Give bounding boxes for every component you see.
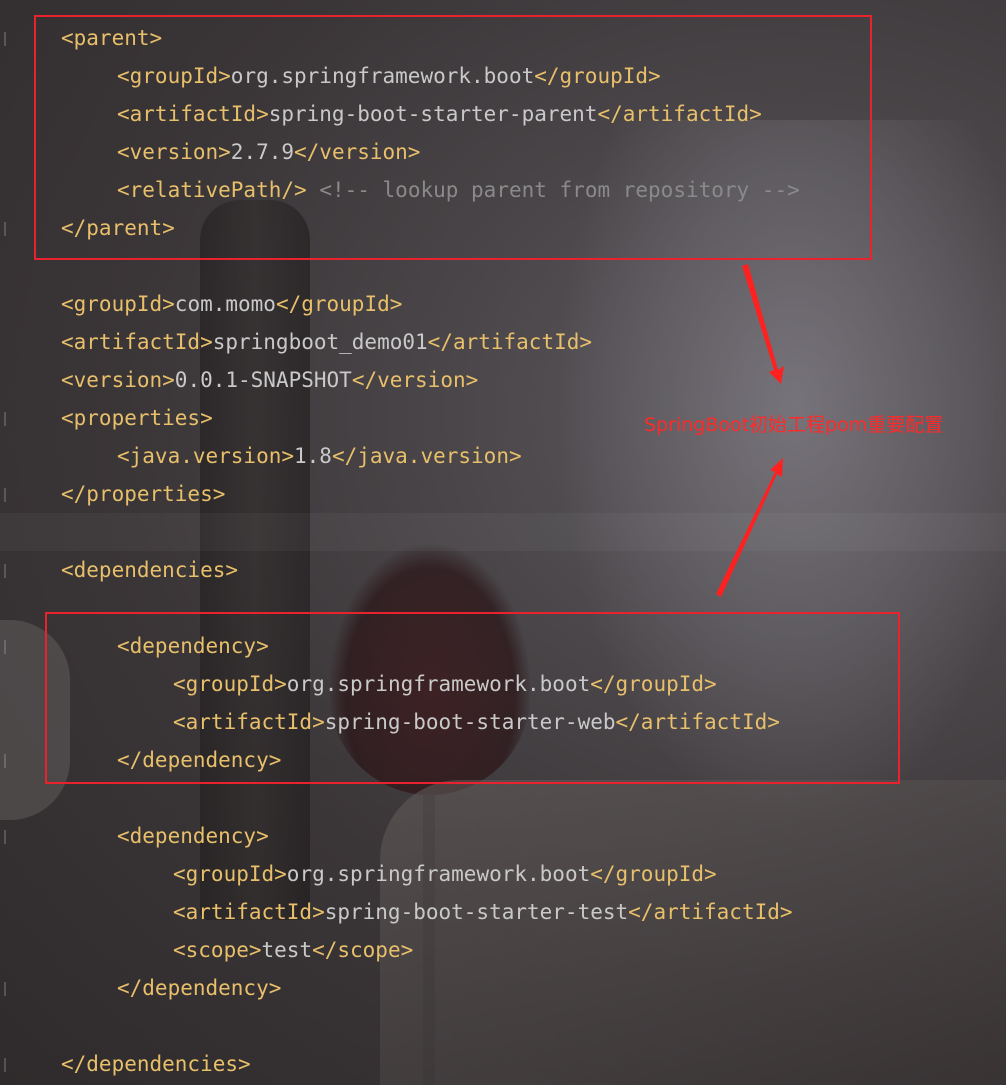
arrow-from-dependency-box bbox=[716, 458, 783, 597]
annotation-label: SpringBoot初始工程pom重要配置 bbox=[644, 414, 944, 436]
annotation-arrows bbox=[716, 264, 784, 597]
arrow-up-to-parent-box bbox=[742, 264, 784, 384]
